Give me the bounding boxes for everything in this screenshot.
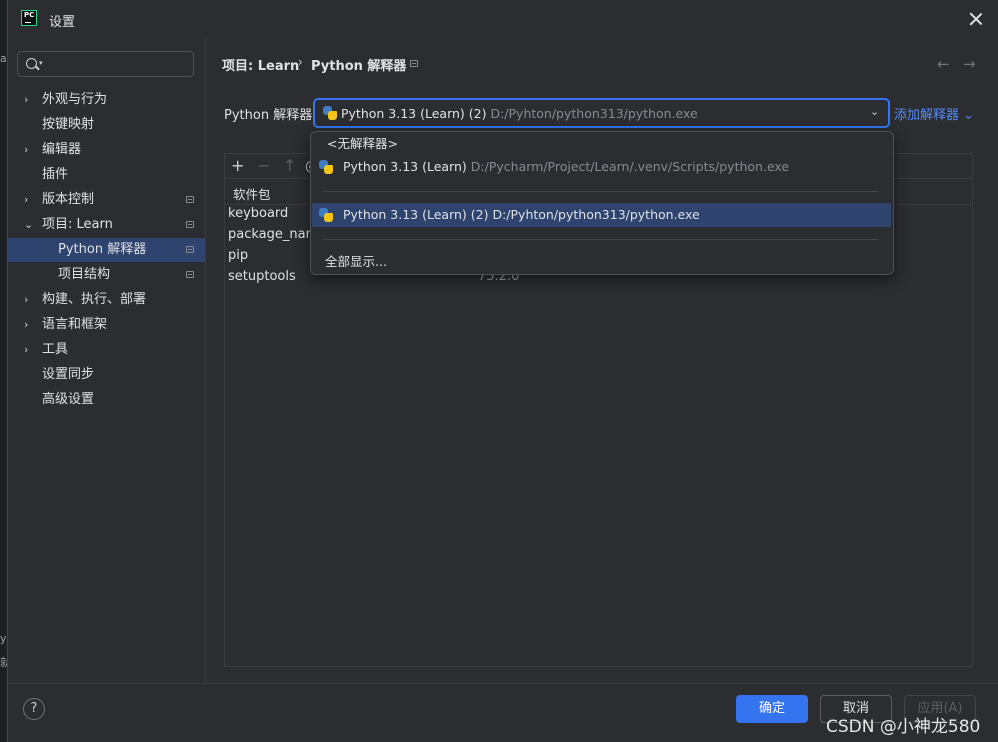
sidebar-item-appearance[interactable]: › 外观与行为	[8, 88, 205, 112]
breadcrumb-separator: ›	[298, 55, 303, 69]
sidebar-item-label: 插件	[42, 167, 69, 182]
sidebar-item-label: 语言和框架	[42, 317, 108, 332]
sidebar-item-keymap[interactable]: 按键映射	[8, 113, 205, 137]
dropdown-item-venv[interactable]: Python 3.13 (Learn) D:/Pycharm/Project/L…	[311, 155, 891, 179]
background-text-fragment: y	[0, 632, 7, 645]
sidebar-item-label: Python 解释器	[58, 242, 147, 257]
chevron-right-icon: ›	[24, 343, 29, 356]
interpreter-path: D:/Pyhton/python313/python.exe	[490, 106, 698, 121]
footer-divider	[8, 683, 998, 684]
sidebar-item-label: 设置同步	[42, 367, 95, 382]
table-row[interactable]: setuptools	[228, 269, 296, 284]
sidebar-item-label: 项目结构	[58, 267, 111, 282]
project-settings-icon	[186, 221, 194, 228]
dropdown-item-none[interactable]: <无解释器>	[311, 132, 891, 156]
dropdown-separator	[323, 191, 879, 192]
chevron-right-icon: ›	[24, 318, 29, 331]
sidebar-item-label: 项目: Learn	[42, 217, 113, 232]
back-arrow-icon[interactable]: ←	[937, 55, 950, 73]
page-title: Python 解释器	[311, 59, 407, 74]
chevron-down-icon: ▾	[39, 59, 43, 67]
project-settings-icon	[410, 60, 418, 67]
add-interpreter-link[interactable]: 添加解释器 ⌄	[894, 104, 974, 123]
sidebar-item-label: 高级设置	[42, 392, 95, 407]
forward-arrow-icon[interactable]: →	[963, 55, 976, 73]
add-package-button[interactable]: +	[231, 156, 244, 175]
sidebar-item-settings-sync[interactable]: 设置同步	[8, 363, 205, 387]
chevron-right-icon: ›	[24, 193, 29, 206]
dropdown-item-show-all[interactable]: 全部显示...	[311, 250, 891, 274]
sidebar-item-editor[interactable]: › 编辑器	[8, 138, 205, 162]
search-input[interactable]: ▾	[17, 51, 194, 77]
option-path: D:/Pycharm/Project/Learn/.venv/Scripts/p…	[470, 159, 790, 174]
remove-package-button[interactable]: −	[257, 156, 270, 175]
interpreter-dropdown-popup: <无解释器> Python 3.13 (Learn) D:/Pycharm/Pr…	[310, 131, 894, 275]
python-icon	[323, 106, 337, 120]
background-text-fragment: a	[0, 52, 7, 65]
chevron-right-icon: ›	[24, 93, 29, 106]
background-text-fragment: 就	[0, 656, 7, 669]
python-venv-icon	[319, 160, 333, 174]
sidebar-item-python-interpreter[interactable]: Python 解释器	[8, 238, 205, 262]
close-icon[interactable]	[968, 11, 984, 27]
dropdown-item-selected[interactable]: Python 3.13 (Learn) (2) D:/Pyhton/python…	[312, 203, 891, 227]
interpreter-name: Python 3.13 (Learn) (2)	[341, 106, 487, 121]
sidebar-item-project[interactable]: ⌄ 项目: Learn	[8, 213, 205, 237]
sidebar-item-label: 工具	[42, 342, 69, 357]
help-icon[interactable]: ?	[23, 698, 45, 720]
interpreter-label: Python 解释器:	[224, 108, 317, 123]
sidebar-item-version-control[interactable]: › 版本控制	[8, 188, 205, 212]
settings-dialog: PC 设置 ▾ › 外观与行为 按键映射 › 编辑器 插件 › 版本控制 ⌄ 项…	[7, 0, 998, 742]
sidebar-divider	[205, 38, 206, 683]
sidebar-item-project-structure[interactable]: 项目结构	[8, 263, 205, 287]
python-icon	[319, 208, 333, 222]
sidebar-item-label: 版本控制	[42, 192, 95, 207]
sidebar-item-build-execution[interactable]: › 构建、执行、部署	[8, 288, 205, 312]
sidebar-item-languages[interactable]: › 语言和框架	[8, 313, 205, 337]
table-row[interactable]: pip	[228, 248, 248, 263]
sidebar-item-tools[interactable]: › 工具	[8, 338, 205, 362]
sidebar-item-label: 按键映射	[42, 117, 95, 132]
chevron-right-icon: ›	[24, 143, 29, 156]
sidebar-item-label: 编辑器	[42, 142, 82, 157]
background-window-edge: a y 就	[0, 0, 7, 742]
option-name: Python 3.13 (Learn) (2)	[343, 207, 489, 222]
sidebar-item-plugins[interactable]: 插件	[8, 163, 205, 187]
watermark: CSDN @小神龙580	[826, 717, 981, 737]
interpreter-select[interactable]: Python 3.13 (Learn) (2) D:/Pyhton/python…	[313, 98, 890, 128]
chevron-down-icon: ⌄	[870, 105, 880, 118]
option-name: Python 3.13 (Learn)	[343, 159, 467, 174]
breadcrumb-project[interactable]: 项目: Learn	[222, 55, 299, 74]
chevron-down-icon: ⌄	[963, 108, 975, 123]
pycharm-logo-icon: PC	[21, 10, 37, 26]
project-settings-icon	[186, 271, 194, 278]
project-settings-icon	[186, 246, 194, 253]
dropdown-separator	[323, 239, 879, 240]
ok-button[interactable]: 确定	[736, 695, 808, 723]
sidebar-item-label: 外观与行为	[42, 92, 108, 107]
title-bar: PC 设置	[8, 0, 998, 38]
upgrade-package-button[interactable]: ↑	[283, 156, 296, 175]
sidebar-item-advanced[interactable]: 高级设置	[8, 388, 205, 412]
chevron-right-icon: ›	[24, 293, 29, 306]
option-path: D:/Pyhton/python313/python.exe	[492, 207, 700, 222]
search-icon	[26, 58, 37, 69]
project-settings-icon	[186, 196, 194, 203]
column-header-package[interactable]: 软件包	[233, 184, 271, 203]
sidebar-item-label: 构建、执行、部署	[42, 292, 147, 307]
chevron-down-icon: ⌄	[24, 218, 34, 231]
table-row[interactable]: keyboard	[228, 206, 288, 221]
dialog-title: 设置	[49, 15, 76, 30]
